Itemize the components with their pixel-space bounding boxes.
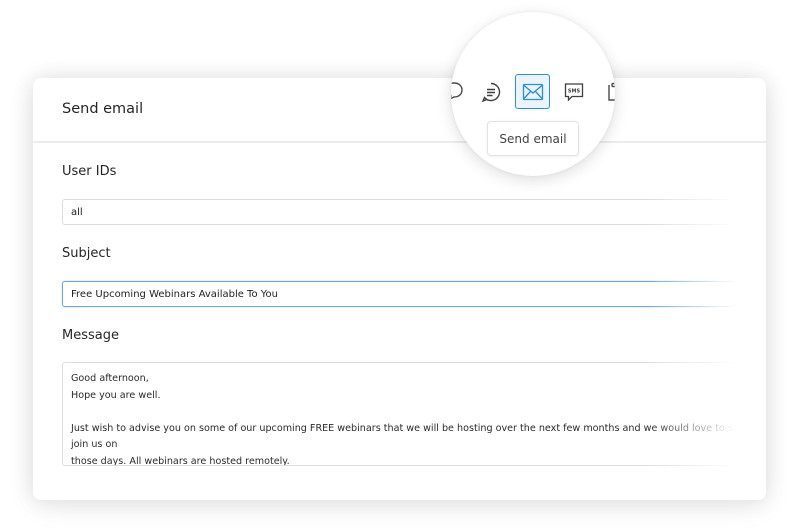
clipboard-icon[interactable] <box>605 81 615 103</box>
sms-glyph: SMS <box>568 89 581 95</box>
email-icon <box>522 83 543 100</box>
dialog-header: Send email <box>33 78 766 143</box>
sms-icon[interactable]: SMS <box>563 81 585 103</box>
subject-label: Subject <box>62 246 111 261</box>
chat-bubble-icon[interactable] <box>451 80 465 102</box>
user-ids-label: User IDs <box>62 164 117 179</box>
message-textarea[interactable]: Good afternoon, Hope you are well. Just … <box>62 362 766 466</box>
message-lines-icon[interactable] <box>480 81 502 103</box>
user-ids-input[interactable] <box>62 199 766 225</box>
toolbar-magnifier: SMS Send email <box>451 12 615 176</box>
send-email-button[interactable] <box>515 74 550 109</box>
send-email-tooltip: Send email <box>487 121 579 156</box>
subject-input[interactable] <box>62 281 766 307</box>
dialog-title: Send email <box>62 101 144 117</box>
message-label: Message <box>62 328 119 343</box>
stage: Send email User IDs Subject Message Good… <box>0 0 799 529</box>
send-email-dialog: Send email User IDs Subject Message Good… <box>33 78 766 500</box>
